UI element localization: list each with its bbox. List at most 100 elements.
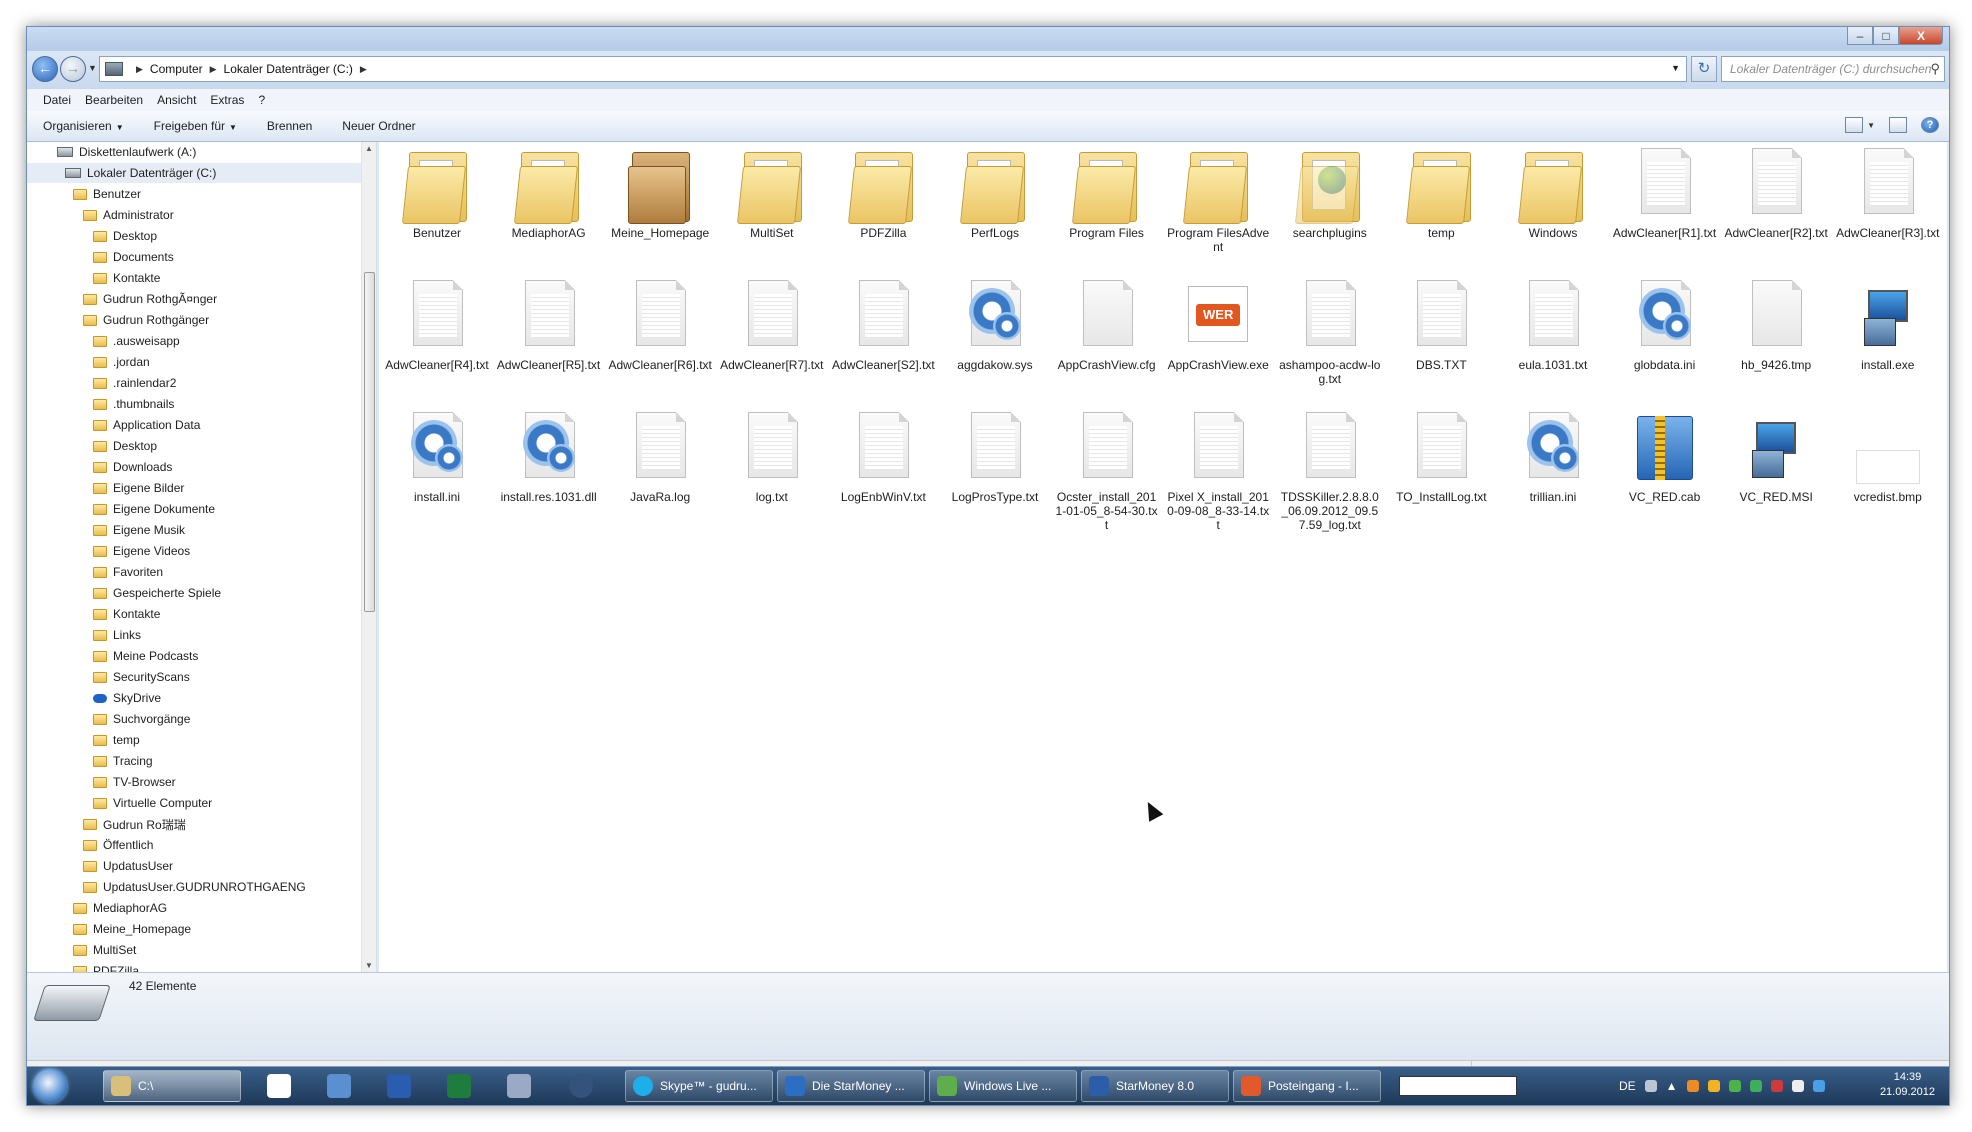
tree-item[interactable]: Kontakte [27,268,361,288]
tree-item[interactable]: temp [27,730,361,750]
tree-item[interactable]: UpdatusUser.GUDRUNROTHGAENG [27,877,361,897]
organize-button[interactable]: Organisieren ▼ [43,119,124,133]
file-item[interactable]: MultiSet [720,146,824,240]
minimize-button[interactable]: – [1847,27,1873,45]
burn-button[interactable]: Brennen [267,119,312,133]
file-item[interactable]: searchplugins [1278,146,1382,240]
refresh-button[interactable]: ↻ [1691,56,1717,82]
taskbar-wlm-button[interactable]: Windows Live ... [929,1070,1077,1102]
search-icon[interactable]: ⚲ [1930,57,1940,81]
tree-item[interactable]: Öffentlich [27,835,361,855]
title-bar[interactable]: – □ X [27,27,1949,51]
network-icon[interactable] [1812,1080,1825,1092]
file-item[interactable]: WER AppCrashView.exe [1166,278,1270,372]
breadcrumb-arrow-icon[interactable]: ▶ [210,64,217,75]
file-item[interactable]: temp [1389,146,1493,240]
file-item[interactable]: trillian.ini [1501,410,1605,504]
quicklaunch-tile[interactable] [439,1070,479,1102]
maximize-button[interactable]: □ [1873,27,1899,45]
menu-help[interactable]: ? [258,93,265,107]
file-item[interactable]: AdwCleaner[R4].txt [385,278,489,372]
file-item[interactable]: LogProsType.txt [943,410,1047,504]
tree-item[interactable]: Favoriten [27,562,361,582]
tree-item[interactable]: Kontakte [27,604,361,624]
quicklaunch-tile[interactable] [379,1070,419,1102]
taskbar-skype-button[interactable]: Skype™ - gudru... [625,1070,773,1102]
show-hidden-icons-icon[interactable]: ▲ [1666,1079,1678,1093]
tray-app-icon[interactable] [1686,1080,1699,1092]
tree-item[interactable]: Eigene Bilder [27,478,361,498]
tree-item[interactable]: MediaphorAG [27,898,361,918]
file-item[interactable]: PDFZilla [831,146,935,240]
quicklaunch-tile[interactable] [259,1070,299,1102]
share-button[interactable]: Freigeben für ▼ [154,119,237,133]
tree-item[interactable]: Eigene Musik [27,520,361,540]
tree-item[interactable]: Documents [27,247,361,267]
tree-item[interactable]: MultiSet [27,940,361,960]
taskbar-starmoney-web-button[interactable]: Die StarMoney ... [777,1070,925,1102]
address-bar[interactable]: ▶ Computer ▶ Lokaler Datenträger (C:) ▶ … [99,56,1687,82]
file-item[interactable]: eula.1031.txt [1501,278,1605,372]
quicklaunch-tile[interactable] [561,1070,601,1102]
file-item[interactable]: Program FilesAdvent [1166,146,1270,254]
tree-item[interactable]: Virtuelle Computer [27,793,361,813]
language-indicator[interactable]: DE [1619,1079,1636,1093]
scrollbar-thumb[interactable] [364,272,375,612]
taskbar-search-input[interactable] [1399,1076,1517,1096]
file-item[interactable]: AdwCleaner[R6].txt [608,278,712,372]
close-button[interactable]: X [1899,27,1943,45]
breadcrumb-arrow-icon[interactable]: ▶ [136,64,143,75]
tree-item[interactable]: Gudrun RothgÃ¤nger [27,289,361,309]
menu-view[interactable]: Ansicht [157,93,196,107]
tree-item[interactable]: .ausweisapp [27,331,361,351]
file-item[interactable]: install.res.1031.dll [497,410,601,504]
file-item[interactable]: AdwCleaner[R1].txt [1613,146,1717,240]
keyboard-icon[interactable] [1644,1080,1657,1092]
file-item[interactable]: AppCrashView.cfg [1055,278,1159,372]
file-item[interactable]: Pixel X_install_2010-09-08_8-33-14.txt [1166,410,1270,532]
taskbar-explorer-button[interactable]: C:\ [103,1070,241,1102]
file-item[interactable]: ashampoo-acdw-log.txt [1278,278,1382,386]
tree-item[interactable]: Meine Podcasts [27,646,361,666]
file-item[interactable]: Ocster_install_2011-01-05_8-54-30.txt [1055,410,1159,532]
breadcrumb-computer[interactable]: Computer [150,62,203,76]
tray-app-icon[interactable] [1770,1080,1783,1092]
taskbar-inbox-button[interactable]: Posteingang - I... [1233,1070,1381,1102]
menu-edit[interactable]: Bearbeiten [85,93,143,107]
scroll-up-arrow-icon[interactable]: ▲ [365,144,373,153]
tree-item[interactable]: Eigene Videos [27,541,361,561]
quicklaunch-tile[interactable] [319,1070,359,1102]
tree-item[interactable]: Suchvorgänge [27,709,361,729]
file-item[interactable]: AdwCleaner[S2].txt [831,278,935,372]
tree-item[interactable]: Desktop [27,436,361,456]
file-item[interactable]: Windows [1501,146,1605,240]
file-item[interactable]: AdwCleaner[R5].txt [497,278,601,372]
tree-item[interactable]: .jordan [27,352,361,372]
tree-item[interactable]: Gespeicherte Spiele [27,583,361,603]
file-item[interactable]: VC_RED.cab [1613,410,1717,504]
file-item[interactable]: vcredist.bmp [1836,410,1940,504]
scroll-down-arrow-icon[interactable]: ▼ [365,961,373,970]
tree-item[interactable]: .thumbnails [27,394,361,414]
quicklaunch-tile[interactable] [499,1070,539,1102]
file-item[interactable]: Benutzer [385,146,489,240]
tree-item[interactable]: .rainlendar2 [27,373,361,393]
file-item[interactable]: Meine_Homepage [608,146,712,240]
tree-item[interactable]: Links [27,625,361,645]
file-item[interactable]: AdwCleaner[R2].txt [1724,146,1828,240]
tree-item[interactable]: TV-Browser [27,772,361,792]
preview-pane-icon[interactable] [1889,117,1907,133]
search-input[interactable]: Lokaler Datenträger (C:) durchsuchen ⚲ [1721,56,1945,82]
tree-item[interactable]: SecurityScans [27,667,361,687]
file-item[interactable]: log.txt [720,410,824,504]
file-item[interactable]: hb_9426.tmp [1724,278,1828,372]
file-item[interactable]: DBS.TXT [1389,278,1493,372]
tree-item[interactable]: SkyDrive [27,688,361,708]
help-icon[interactable]: ? [1921,117,1939,133]
file-item[interactable]: TDSSKiller.2.8.8.0_06.09.2012_09.57.59_l… [1278,410,1382,532]
file-item[interactable]: aggdakow.sys [943,278,1047,372]
start-button[interactable] [33,1069,67,1103]
address-dropdown-icon[interactable]: ▼ [1671,63,1680,73]
tray-app-icon[interactable] [1707,1080,1720,1092]
tree-item[interactable]: Downloads [27,457,361,477]
